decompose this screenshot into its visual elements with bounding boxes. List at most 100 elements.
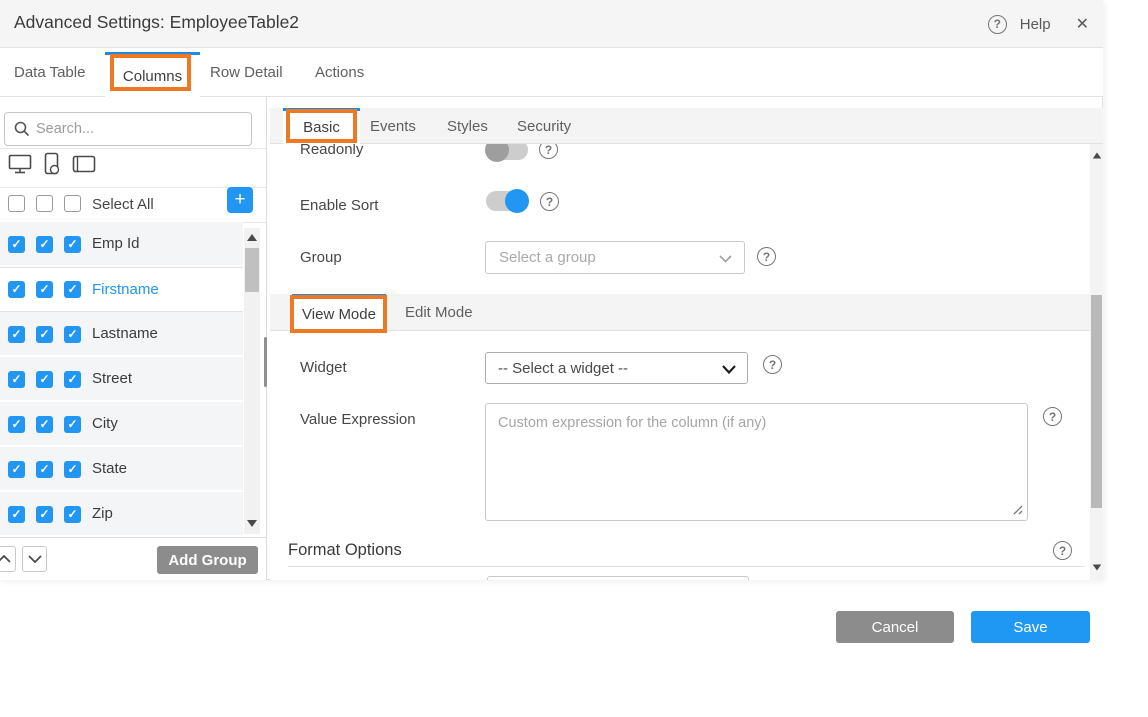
widget-select[interactable]: -- Select a widget -- [485,352,748,384]
checkbox[interactable] [8,416,25,433]
move-down-button[interactable] [22,546,47,572]
toggle-knob [505,189,529,213]
tab-view-mode[interactable]: View Mode [292,294,386,331]
tab-view-mode-label: View Mode [302,306,376,323]
desktop-icon[interactable] [8,153,32,175]
checkbox[interactable] [64,461,81,478]
checkbox[interactable] [36,371,53,388]
checkbox[interactable] [64,281,81,298]
checkbox[interactable] [36,236,53,253]
settings-tab-bar: Basic Events Styles Security [270,108,1103,144]
checkbox[interactable] [36,461,53,478]
search-input[interactable] [4,112,252,146]
enable-sort-label: Enable Sort [300,197,378,214]
tab-basic[interactable]: Basic [283,108,360,144]
panel-splitter-handle[interactable] [264,337,267,387]
header-actions: ? Help ✕ [988,0,1089,48]
divider [288,566,1085,567]
chevron-down-icon [28,555,42,563]
tab-basic-label: Basic [303,119,340,136]
add-column-button[interactable]: + [227,187,253,213]
select-all-row: Select All + [0,187,266,222]
widget-label: Widget [300,359,347,376]
tab-security[interactable]: Security [517,118,571,135]
tab-edit-mode[interactable]: Edit Mode [405,304,473,321]
group-help-icon[interactable]: ? [757,247,776,266]
tab-actions[interactable]: Actions [315,64,364,81]
checkbox[interactable] [64,236,81,253]
checkbox[interactable] [8,461,25,478]
group-label: Group [300,249,342,266]
list-item-firstname-selected[interactable]: Firstname [0,267,243,312]
tab-events[interactable]: Events [370,118,416,135]
top-tab-bar: Data Table Columns Row Detail Actions [0,48,1103,97]
column-name: State [92,460,127,477]
readonly-toggle[interactable] [485,144,529,162]
group-select[interactable]: Select a group [485,241,745,274]
checkbox[interactable] [64,506,81,523]
checkbox[interactable] [64,371,81,388]
help-link[interactable]: Help [1020,16,1051,33]
column-name: City [92,415,118,432]
select-all-checkbox-tablet[interactable] [64,195,81,212]
cancel-button[interactable]: Cancel [836,611,954,643]
tab-data-table[interactable]: Data Table [14,64,85,81]
save-button[interactable]: Save [971,611,1090,643]
widget-help-icon[interactable]: ? [763,355,782,374]
checkbox[interactable] [8,236,25,253]
checkbox[interactable] [36,506,53,523]
list-item-lastname[interactable]: Lastname [0,312,243,357]
scroll-up-icon[interactable] [247,234,257,241]
divider [0,148,266,149]
tab-row-detail[interactable]: Row Detail [210,64,283,81]
column-name: Lastname [92,325,158,342]
close-icon[interactable]: ✕ [1076,14,1089,34]
device-toggle-row [8,152,97,176]
checkbox[interactable] [36,416,53,433]
scroll-down-icon[interactable] [1093,565,1102,571]
value-expression-textarea[interactable] [485,403,1028,521]
add-group-button[interactable]: Add Group [157,546,258,574]
clipped-input[interactable] [487,576,749,580]
list-item-street[interactable]: Street [0,357,243,402]
value-expression-help-icon[interactable]: ? [1043,407,1062,426]
checkbox[interactable] [8,281,25,298]
list-item-city[interactable]: City [0,402,243,447]
widget-select-value: -- Select a widget -- [498,360,628,377]
move-up-button[interactable] [0,546,16,572]
tab-styles[interactable]: Styles [447,118,488,135]
format-options-heading: Format Options [288,541,402,560]
scroll-up-icon[interactable] [1093,153,1102,159]
select-all-checkbox-desktop[interactable] [8,195,25,212]
list-item-emp-id[interactable]: Emp Id [0,222,243,267]
enable-sort-toggle[interactable] [485,189,529,213]
tab-columns[interactable]: Columns [105,52,200,97]
list-item-state[interactable]: State [0,447,243,492]
tablet-icon[interactable] [72,154,97,174]
checkbox[interactable] [8,326,25,343]
list-item-zip[interactable]: Zip [0,492,243,537]
format-options-help-icon[interactable]: ? [1053,541,1072,560]
advanced-settings-dialog: Advanced Settings: EmployeeTable2 ? Help… [0,0,1103,580]
checkbox[interactable] [8,506,25,523]
help-icon[interactable]: ? [988,15,1007,34]
checkbox[interactable] [36,281,53,298]
chevron-down-icon [722,365,736,374]
list-scrollbar[interactable] [244,228,260,534]
column-list: Emp Id Firstname Lastname [0,222,243,537]
dialog-title: Advanced Settings: EmployeeTable2 [14,12,299,33]
readonly-help-icon[interactable]: ? [539,144,558,159]
enable-sort-help-icon[interactable]: ? [540,192,559,211]
checkbox[interactable] [64,326,81,343]
checkbox[interactable] [36,326,53,343]
scrollbar-thumb[interactable] [245,248,259,292]
checkbox[interactable] [64,416,81,433]
main-scrollbar[interactable] [1090,144,1103,580]
mobile-icon[interactable] [42,152,62,176]
select-all-checkbox-mobile[interactable] [36,195,53,212]
checkbox[interactable] [8,371,25,388]
column-name: Firstname [92,281,159,298]
column-name: Street [92,370,132,387]
scrollbar-thumb[interactable] [1091,295,1102,508]
scroll-down-icon[interactable] [247,520,257,527]
